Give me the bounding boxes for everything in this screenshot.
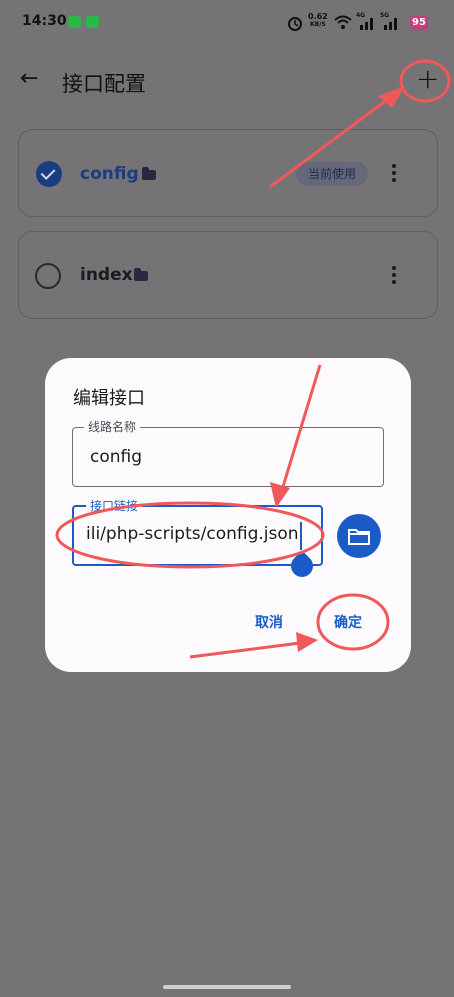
gesture-bar[interactable] (163, 985, 291, 989)
annotation-overlay (55, 59, 451, 659)
